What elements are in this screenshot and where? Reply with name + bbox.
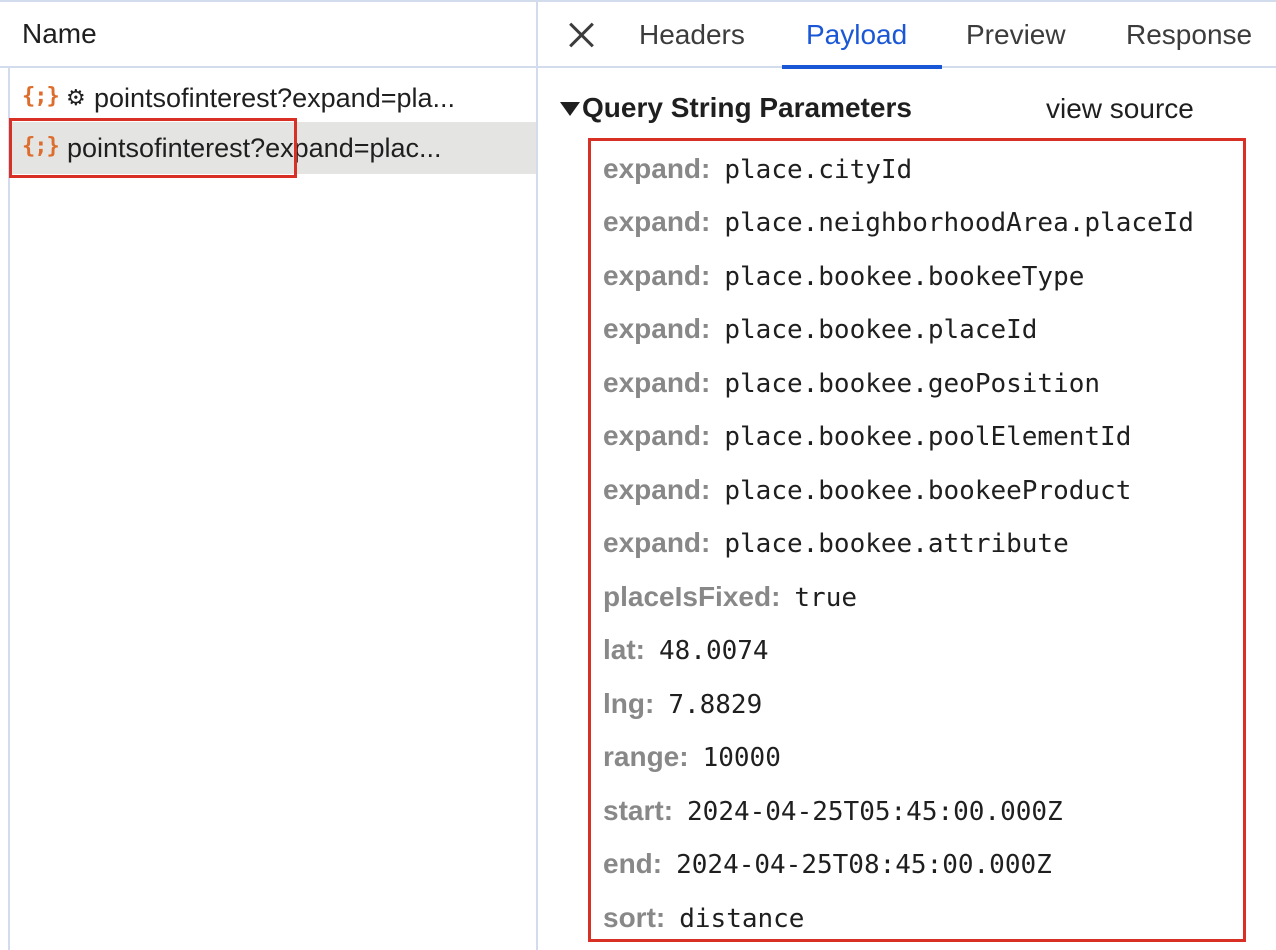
param-row: expand: place.bookee.attribute	[603, 527, 1069, 567]
param-key: expand:	[603, 153, 711, 184]
param-value: 2024-04-25T08:45:00.000Z	[676, 850, 1052, 880]
param-value: 7.8829	[668, 690, 763, 720]
details-pane: Headers Payload Preview Response Query S…	[538, 0, 1276, 950]
request-name: pointsofinterest?expand=pla...	[94, 83, 456, 113]
param-row: sort: distance	[603, 902, 804, 942]
query-params-list: expand: place.cityId expand: place.neighbo…	[588, 138, 1246, 942]
param-row: expand: place.cityId	[603, 153, 912, 193]
param-value: place.neighborhoodArea.placeId	[724, 208, 1194, 238]
close-icon[interactable]	[566, 19, 596, 49]
param-key: expand:	[603, 474, 711, 505]
param-key: range:	[603, 741, 689, 772]
param-key: start:	[603, 795, 674, 826]
param-row: lng: 7.8829	[603, 688, 762, 728]
param-row: end: 2024-04-25T08:45:00.000Z	[603, 848, 1052, 888]
param-row: expand: place.bookee.poolElementId	[603, 420, 1131, 460]
tab-payload[interactable]: Payload	[806, 19, 907, 51]
fetch-icon: {;}	[22, 84, 60, 109]
param-key: lng:	[603, 688, 655, 719]
param-value: place.bookee.attribute	[724, 529, 1069, 559]
query-string-section-header[interactable]: Query String Parameters view source	[560, 90, 1260, 130]
details-tabbar: Headers Payload Preview Response	[538, 0, 1276, 69]
row-divider	[8, 68, 10, 950]
param-row: expand: place.bookee.bookeeType	[603, 260, 1084, 300]
param-key: lat:	[603, 634, 645, 665]
param-value: 48.0074	[659, 636, 769, 666]
param-row: expand: place.neighborhoodArea.placeId	[603, 206, 1194, 246]
view-source-link[interactable]: view source	[1046, 93, 1194, 125]
param-value: true	[794, 583, 858, 613]
gear-icon: ⚙	[66, 85, 86, 110]
param-key: expand:	[603, 420, 711, 451]
param-key: expand:	[603, 313, 711, 344]
tab-response[interactable]: Response	[1126, 19, 1252, 51]
section-title: Query String Parameters	[582, 92, 912, 123]
tab-preview[interactable]: Preview	[966, 19, 1066, 51]
param-row: start: 2024-04-25T05:45:00.000Z	[603, 795, 1063, 835]
param-value: 2024-04-25T05:45:00.000Z	[687, 797, 1063, 827]
param-row: expand: place.bookee.placeId	[603, 313, 1037, 353]
param-row: lat: 48.0074	[603, 634, 769, 674]
param-key: expand:	[603, 367, 711, 398]
param-key: placeIsFixed:	[603, 581, 781, 612]
tab-headers[interactable]: Headers	[639, 19, 745, 51]
param-key: sort:	[603, 902, 666, 933]
param-value: distance	[679, 904, 805, 934]
request-row[interactable]: {;} ⚙ pointsofinterest?expand=pla...	[10, 72, 536, 124]
name-column-title: Name	[22, 18, 97, 49]
param-row: placeIsFixed: true	[603, 581, 857, 621]
param-key: end:	[603, 848, 663, 879]
name-column-header[interactable]: Name	[0, 0, 536, 68]
param-row: expand: place.bookee.bookeeProduct	[603, 474, 1131, 514]
param-value: place.cityId	[724, 155, 913, 185]
param-value: place.bookee.poolElementId	[724, 422, 1132, 452]
param-value: place.bookee.bookeeType	[724, 262, 1085, 292]
param-value: place.bookee.placeId	[724, 315, 1038, 345]
param-key: expand:	[603, 206, 711, 237]
param-key: expand:	[603, 260, 711, 291]
param-value: place.bookee.geoPosition	[724, 369, 1101, 399]
annotation-highlight-box	[9, 118, 297, 178]
param-row: expand: place.bookee.geoPosition	[603, 367, 1100, 407]
param-row: range: 10000	[603, 741, 781, 781]
param-value: 10000	[702, 743, 781, 773]
request-list-pane: Name {;} ⚙ pointsofinterest?expand=pla..…	[0, 0, 538, 950]
param-key: expand:	[603, 527, 711, 558]
active-tab-indicator	[782, 65, 942, 69]
expand-triangle-icon[interactable]	[560, 102, 580, 116]
param-value: place.bookee.bookeeProduct	[724, 476, 1132, 506]
